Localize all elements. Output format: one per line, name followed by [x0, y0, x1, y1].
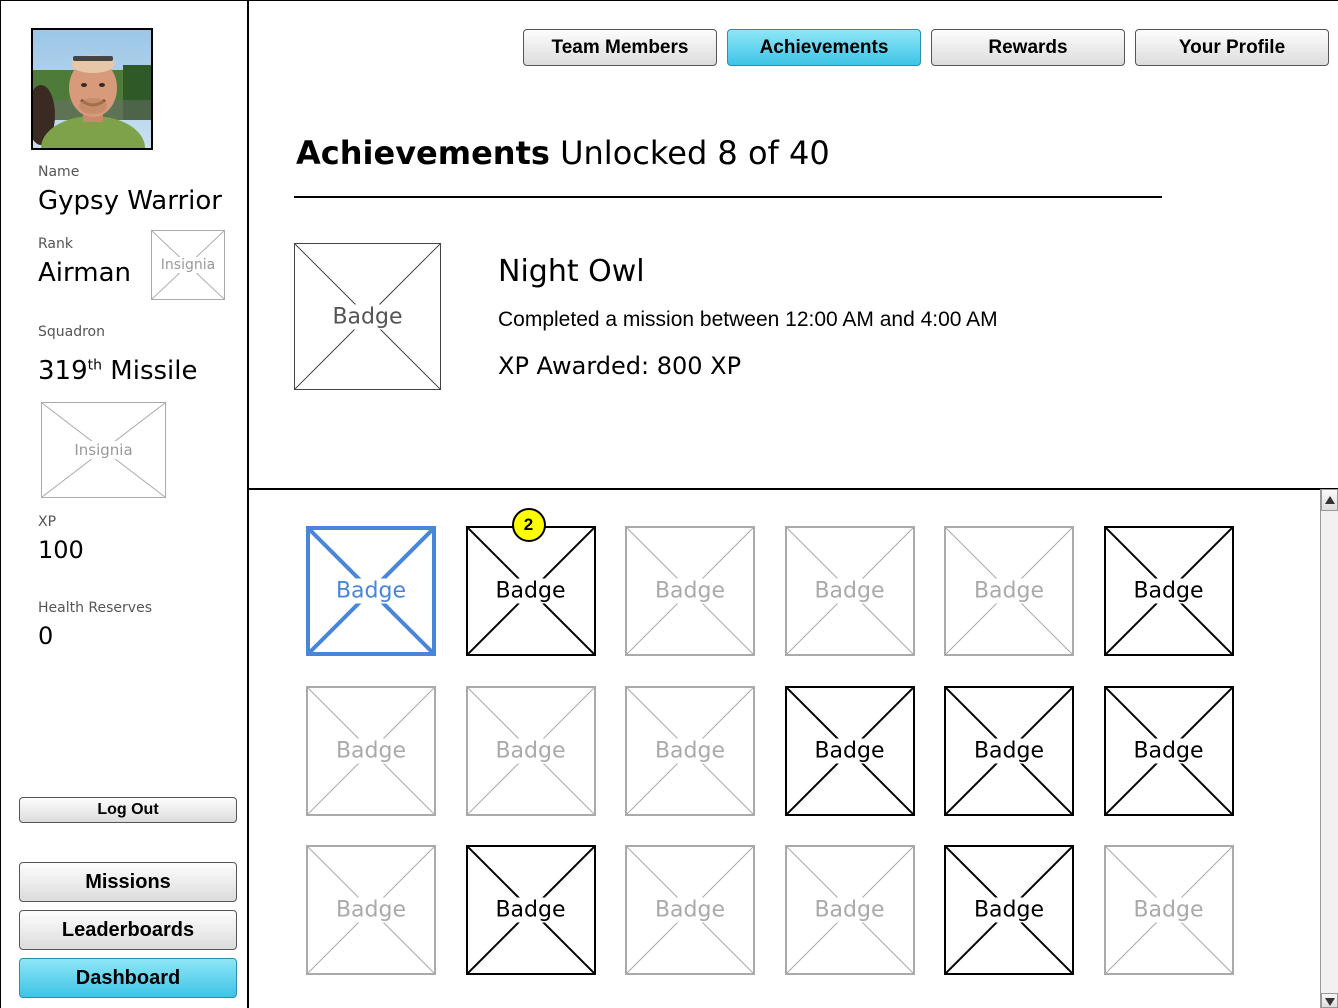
xp-label: XP [38, 514, 57, 530]
squadron-ordinal: th [87, 357, 103, 374]
scroll-up-icon [1325, 496, 1335, 504]
badge-label: Badge [811, 578, 888, 604]
rank-insignia-text: Insignia [154, 257, 222, 273]
badge-label: Badge [332, 578, 410, 604]
badge-label: Badge [811, 738, 888, 763]
badge-tile[interactable]: Badge [306, 526, 436, 656]
badge-tile[interactable]: Badge [306, 685, 436, 816]
badge-tile[interactable]: Badge [625, 685, 755, 816]
xp-value: 100 [38, 536, 84, 564]
tab-achievements[interactable]: Achievements [727, 29, 921, 66]
squadron-value: 319th Missile [38, 356, 197, 386]
badge-label: Badge [332, 897, 410, 923]
scrollbar-track[interactable] [1320, 489, 1338, 1008]
badge-tile[interactable]: Badge [944, 845, 1074, 975]
badge-tile[interactable]: Badge [306, 845, 436, 975]
squadron-name: Missile [110, 356, 198, 386]
unlocked-count: Unlocked 8 of 40 [560, 134, 830, 172]
health-reserves-value: 0 [38, 622, 54, 650]
tab-team-members[interactable]: Team Members [523, 29, 717, 66]
page-title: Achievements Unlocked 8 of 40 [296, 134, 830, 172]
avatar-photo [33, 30, 151, 148]
badge-tile[interactable]: Badge [1103, 526, 1234, 656]
frame-border-left [0, 0, 1, 1008]
badge-tile[interactable]: Badge [784, 845, 915, 975]
leaderboards-button[interactable]: Leaderboards [19, 910, 237, 950]
badge-tile[interactable]: Badge [944, 526, 1074, 656]
avatar [31, 28, 153, 150]
dashboard-button[interactable]: Dashboard [19, 958, 237, 998]
badge-label: Badge [651, 578, 729, 604]
achievement-description: Completed a mission between 12:00 AM and… [498, 308, 998, 331]
badge-tile[interactable]: Badge [944, 685, 1074, 816]
scroll-down-icon [1325, 998, 1335, 1006]
badge-tile[interactable]: Badge [1103, 845, 1234, 975]
scroll-up-button[interactable] [1321, 489, 1338, 511]
badge-label: Badge [1130, 897, 1207, 923]
badge-tile[interactable]: Badge [625, 845, 755, 975]
badge-tile[interactable]: Badge [465, 526, 596, 656]
badge-label: Badge [970, 578, 1048, 604]
badge-label: Badge [651, 738, 729, 763]
tab-your-profile[interactable]: Your Profile [1135, 29, 1329, 66]
badge-tile[interactable]: Badge [784, 685, 915, 816]
badge-label: Badge [970, 738, 1048, 763]
badge-label: Badge [1130, 578, 1207, 604]
badge-label: Badge [332, 738, 410, 763]
scroll-down-button[interactable] [1321, 993, 1338, 1008]
rank-insignia-image: Insignia [151, 230, 225, 300]
logout-button[interactable]: Log Out [19, 797, 237, 823]
selected-badge-image: Badge [294, 243, 441, 390]
achievement-xp: XP Awarded: 800 XP [498, 352, 742, 380]
badge-label: Badge [1130, 738, 1207, 763]
badge-grid: Badge Badge 2 Badge Badge Badge Badge Badge Badg… [249, 490, 1320, 1008]
badge-label: Badge [970, 897, 1048, 923]
header-divider [294, 196, 1162, 198]
squadron-label: Squadron [38, 324, 105, 340]
achievement-name: Night Owl [498, 254, 645, 289]
badge-label: Badge [651, 897, 729, 923]
badge-count-indicator: 2 [511, 508, 546, 542]
badge-label: Badge [492, 897, 569, 923]
squadron-insignia-text: Insignia [71, 441, 136, 459]
badge-tile[interactable]: Badge [465, 845, 596, 975]
missions-button[interactable]: Missions [19, 862, 237, 902]
badge-tile[interactable]: Badge [1103, 685, 1234, 816]
selected-badge-text: Badge [328, 304, 407, 329]
page-title-main: Achievements [296, 134, 550, 172]
squadron-insignia-image: Insignia [41, 402, 166, 498]
rank-value: Airman [38, 258, 131, 288]
tab-rewards[interactable]: Rewards [931, 29, 1125, 66]
badge-tile[interactable]: Badge [625, 526, 755, 656]
user-name: Gypsy Warrior [38, 186, 222, 216]
badge-label: Badge [492, 578, 569, 604]
rank-label: Rank [38, 236, 73, 252]
health-reserves-label: Health Reserves [38, 600, 152, 616]
badge-tile[interactable]: Badge [465, 685, 596, 816]
badge-label: Badge [492, 738, 569, 763]
squadron-number: 319 [38, 356, 88, 386]
badge-tile[interactable]: Badge [784, 526, 915, 656]
name-label: Name [38, 164, 80, 180]
frame-border-top [0, 0, 1338, 1]
badge-label: Badge [811, 897, 888, 923]
